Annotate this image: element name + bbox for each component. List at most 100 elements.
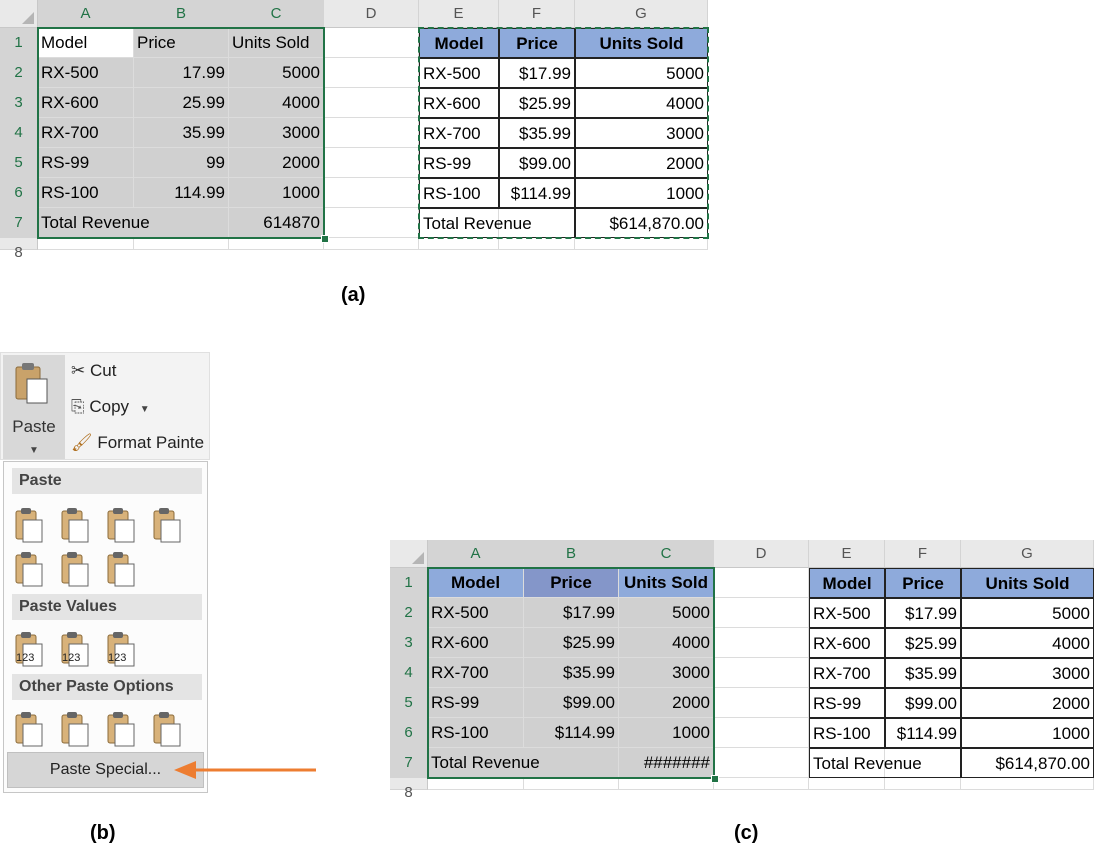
column-header-f[interactable]: F	[499, 0, 575, 28]
column-header-a[interactable]: A	[38, 0, 134, 28]
cell[interactable]	[324, 178, 419, 208]
column-header-b[interactable]: B	[134, 0, 229, 28]
data-cell[interactable]: RS-100	[428, 718, 524, 748]
cell[interactable]	[809, 778, 885, 790]
data-cell[interactable]: 3000	[961, 658, 1094, 688]
row-header-4[interactable]: 4	[390, 658, 428, 688]
total-value-cell[interactable]: 614870	[229, 208, 324, 238]
data-cell[interactable]: $17.99	[885, 598, 961, 628]
data-cell[interactable]: RX-700	[38, 118, 134, 148]
data-cell[interactable]: 3000	[229, 118, 324, 148]
cell[interactable]	[885, 778, 961, 790]
cell[interactable]	[134, 238, 229, 250]
data-cell[interactable]: 3000	[619, 658, 714, 688]
data-cell[interactable]: RS-100	[809, 718, 885, 748]
data-cell[interactable]: $99.00	[499, 148, 575, 178]
data-cell[interactable]: 5000	[575, 58, 708, 88]
column-header-d[interactable]: D	[714, 540, 809, 568]
paste-formulas-number-format-icon[interactable]	[106, 506, 136, 544]
select-all-corner[interactable]	[0, 0, 38, 28]
cell[interactable]	[714, 658, 809, 688]
cell[interactable]	[324, 238, 419, 250]
data-cell[interactable]: 5000	[229, 58, 324, 88]
cell[interactable]	[38, 238, 134, 250]
data-cell[interactable]: 4000	[575, 88, 708, 118]
data-cell[interactable]: RX-700	[809, 658, 885, 688]
data-cell[interactable]: RX-500	[38, 58, 134, 88]
column-header-c[interactable]: C	[619, 540, 714, 568]
column-header-e[interactable]: E	[419, 0, 499, 28]
data-cell[interactable]: RS-99	[428, 688, 524, 718]
data-cell[interactable]: $35.99	[885, 658, 961, 688]
header-cell[interactable]: Model	[428, 568, 524, 598]
header-cell[interactable]: Model	[419, 28, 499, 58]
fill-handle[interactable]	[321, 235, 329, 243]
data-cell[interactable]: RX-500	[419, 58, 499, 88]
data-cell[interactable]: RX-500	[809, 598, 885, 628]
column-header-b[interactable]: B	[524, 540, 619, 568]
total-label-cell[interactable]: Total Revenue	[428, 748, 619, 778]
row-header-3[interactable]: 3	[390, 628, 428, 658]
header-cell[interactable]: Price	[524, 568, 619, 598]
cell[interactable]	[324, 88, 419, 118]
row-header-1[interactable]: 1	[0, 28, 38, 58]
row-header-7[interactable]: 7	[390, 748, 428, 778]
no-borders-icon[interactable]	[14, 550, 44, 588]
data-cell[interactable]: RS-100	[38, 178, 134, 208]
data-cell[interactable]: RS-100	[419, 178, 499, 208]
data-cell[interactable]: $17.99	[499, 58, 575, 88]
data-cell[interactable]: 1000	[619, 718, 714, 748]
data-cell[interactable]: 1000	[229, 178, 324, 208]
cell[interactable]	[714, 628, 809, 658]
data-cell[interactable]: $114.99	[885, 718, 961, 748]
column-header-c[interactable]: C	[229, 0, 324, 28]
linked-picture-icon[interactable]	[152, 710, 182, 748]
cell[interactable]	[619, 778, 714, 790]
data-cell[interactable]: 1000	[961, 718, 1094, 748]
cell[interactable]	[714, 568, 809, 598]
data-cell[interactable]: $99.00	[885, 688, 961, 718]
paste-button[interactable]: Paste ▼	[3, 355, 65, 459]
row-header-2[interactable]: 2	[0, 58, 38, 88]
cell[interactable]	[575, 238, 708, 250]
column-header-d[interactable]: D	[324, 0, 419, 28]
cell[interactable]	[428, 778, 524, 790]
cell[interactable]	[714, 688, 809, 718]
data-cell[interactable]: 114.99	[134, 178, 229, 208]
header-cell[interactable]: Units Sold	[961, 568, 1094, 598]
select-all-corner[interactable]	[390, 540, 428, 568]
data-cell[interactable]: RX-700	[428, 658, 524, 688]
data-cell[interactable]: $25.99	[885, 628, 961, 658]
data-cell[interactable]: 2000	[619, 688, 714, 718]
data-cell[interactable]: RS-99	[38, 148, 134, 178]
fill-handle[interactable]	[711, 775, 719, 783]
data-cell[interactable]: 1000	[575, 178, 708, 208]
data-cell[interactable]: 3000	[575, 118, 708, 148]
row-header-5[interactable]: 5	[0, 148, 38, 178]
data-cell[interactable]: 2000	[575, 148, 708, 178]
data-cell[interactable]: $114.99	[499, 178, 575, 208]
data-cell[interactable]: $35.99	[499, 118, 575, 148]
cell[interactable]	[714, 748, 809, 778]
cell[interactable]	[324, 58, 419, 88]
cell[interactable]	[499, 238, 575, 250]
data-cell[interactable]: RX-700	[419, 118, 499, 148]
data-cell[interactable]: $17.99	[524, 598, 619, 628]
column-header-f[interactable]: F	[885, 540, 961, 568]
paste-icon[interactable]	[14, 506, 44, 544]
cell[interactable]	[324, 148, 419, 178]
row-header-5[interactable]: 5	[390, 688, 428, 718]
data-cell[interactable]: RX-500	[428, 598, 524, 628]
format-painter-button[interactable]: 🖌 Format Painte	[71, 433, 204, 453]
keep-source-formatting-icon[interactable]	[152, 506, 182, 544]
total-value-cell[interactable]: $614,870.00	[575, 208, 708, 238]
cell[interactable]	[324, 208, 419, 238]
row-header-8[interactable]: 8	[390, 778, 428, 801]
data-cell[interactable]: $35.99	[524, 658, 619, 688]
data-cell[interactable]: 5000	[619, 598, 714, 628]
data-cell[interactable]: RS-99	[419, 148, 499, 178]
cell[interactable]	[324, 118, 419, 148]
row-header-3[interactable]: 3	[0, 88, 38, 118]
data-cell[interactable]: RS-99	[809, 688, 885, 718]
paste-link-icon[interactable]	[60, 710, 90, 748]
